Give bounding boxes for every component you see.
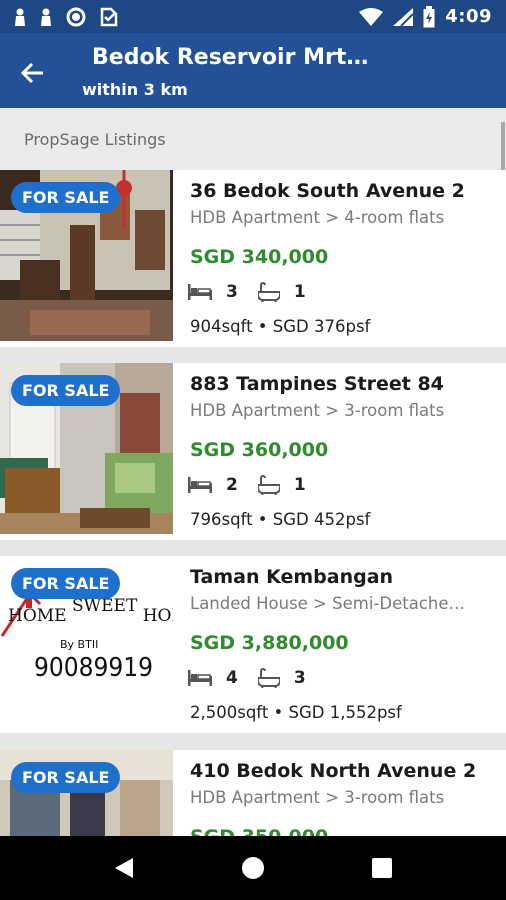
listing-price: SGD 360,000: [190, 439, 329, 461]
back-button[interactable]: [12, 53, 52, 93]
bedroom-count: 4: [226, 668, 238, 688]
listing-title: 410 Bedok North Avenue 2: [190, 760, 477, 782]
system-nav-bar: [0, 836, 506, 900]
logo-word-home: HOME: [8, 606, 67, 626]
bathroom-count: 1: [293, 282, 306, 302]
listing-title: 36 Bedok South Avenue 2: [190, 180, 465, 202]
listing-photo: HOME SWEET HOME By BTII 90089919 FOR SAL…: [0, 556, 173, 727]
notification-icon: [14, 8, 26, 26]
logo-phone: 90089919: [34, 653, 154, 683]
nav-back-button[interactable]: [99, 843, 149, 893]
listing-category: Landed House > Semi-Detache…: [190, 594, 465, 613]
listing-photo: FOR SALE: [0, 170, 173, 341]
status-bar: 4:09: [0, 0, 506, 33]
bath-icon: [257, 475, 280, 495]
square-recents-icon: [371, 858, 392, 878]
circle-home-icon: [241, 857, 264, 879]
circle-icon: [66, 7, 86, 27]
logo-word-sweet: SWEET: [72, 596, 138, 616]
battery-icon: [423, 5, 435, 28]
download-icon: [100, 7, 118, 27]
listing-card[interactable]: HOME SWEET HOME By BTII 90089919 FOR SAL…: [0, 556, 506, 733]
bed-icon: [188, 670, 212, 686]
bathroom-count: 3: [293, 668, 306, 688]
status-time: 4:09: [445, 6, 492, 27]
listing-features: 2 1: [188, 475, 326, 495]
logo-word-home2: HOME: [142, 606, 173, 626]
listing-features: 3 1: [188, 282, 326, 302]
listing-features: 4 3: [188, 668, 326, 688]
listing-category: HDB Apartment > 3-room flats: [190, 788, 445, 807]
nav-recents-button[interactable]: [357, 843, 407, 893]
notification-icon: [40, 8, 52, 26]
page-title: Bedok Reservoir Mrt…: [92, 45, 369, 70]
listing-card[interactable]: FOR SALE 410 Bedok North Avenue 2 HDB Ap…: [0, 750, 506, 836]
bed-icon: [188, 477, 212, 493]
listing-list[interactable]: PropSage Listings FOR SALE 36 Bedok Sout…: [0, 108, 506, 836]
wifi-icon: [359, 7, 384, 26]
for-sale-badge: FOR SALE: [11, 568, 121, 599]
listing-photo: FOR SALE: [0, 363, 173, 534]
listing-photo: FOR SALE: [0, 750, 173, 836]
listing-card[interactable]: FOR SALE 883 Tampines Street 84 HDB Apar…: [0, 363, 506, 540]
bedroom-count: 3: [226, 282, 238, 302]
bath-icon: [257, 282, 280, 302]
listing-size: 2,500sqft • SGD 1,552psf: [190, 703, 402, 722]
listing-category: HDB Apartment > 4-room flats: [190, 208, 445, 227]
listing-size: 904sqft • SGD 376psf: [190, 317, 371, 336]
bedroom-count: 2: [226, 475, 238, 495]
for-sale-badge: FOR SALE: [11, 182, 121, 213]
section-header: PropSage Listings: [0, 108, 506, 170]
listing-size: 796sqft • SGD 452psf: [190, 510, 371, 529]
signal-icon: [393, 7, 414, 26]
listing-price: SGD 3,880,000: [190, 632, 349, 654]
listing-title: Taman Kembangan: [190, 566, 394, 588]
logo-byline: By BTII: [60, 638, 99, 651]
for-sale-badge: FOR SALE: [11, 762, 121, 793]
listing-title: 883 Tampines Street 84: [190, 373, 444, 395]
triangle-back-icon: [115, 858, 134, 878]
bath-icon: [257, 668, 280, 688]
bed-icon: [188, 284, 212, 300]
page-subtitle: within 3 km: [82, 80, 188, 99]
bathroom-count: 1: [293, 475, 306, 495]
listing-category: HDB Apartment > 3-room flats: [190, 401, 445, 420]
arrow-back-icon: [20, 62, 43, 84]
nav-home-button[interactable]: [228, 843, 278, 893]
listing-card[interactable]: FOR SALE 36 Bedok South Avenue 2 HDB Apa…: [0, 170, 506, 347]
listing-price: SGD 340,000: [190, 246, 329, 268]
app-bar: Bedok Reservoir Mrt… within 3 km: [0, 33, 506, 108]
listing-price: SGD 350,000: [190, 826, 328, 836]
for-sale-badge: FOR SALE: [11, 375, 121, 406]
